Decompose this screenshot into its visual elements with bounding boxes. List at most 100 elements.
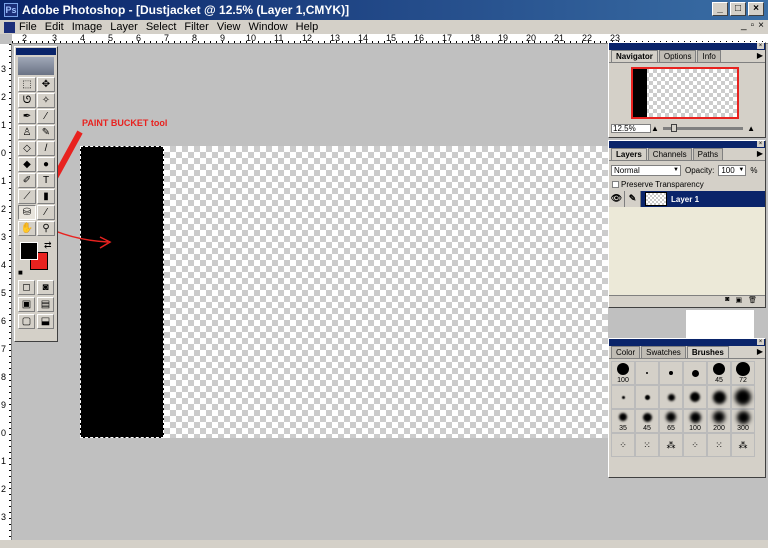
brush-preset[interactable]: 100 — [611, 361, 635, 385]
brush-preset[interactable] — [731, 385, 755, 409]
black-selection-rect[interactable] — [80, 146, 164, 438]
blend-mode-select[interactable]: Normal — [611, 164, 681, 176]
menu-image[interactable]: Image — [72, 21, 103, 33]
layer-mask-icon[interactable]: ◙ — [725, 296, 729, 305]
brush-preset[interactable]: 200 — [707, 409, 731, 433]
blur-icon[interactable]: ◆ — [18, 157, 36, 172]
brush-preset[interactable]: 45 — [707, 361, 731, 385]
zoom-in-icon[interactable]: ▲ — [747, 124, 755, 133]
menu-filter[interactable]: Filter — [184, 21, 208, 33]
airbrush-icon[interactable]: ✒ — [18, 109, 36, 124]
zoom-slider[interactable] — [662, 123, 744, 132]
close-icon[interactable]: × — [757, 339, 764, 345]
palette-menu-arrow-icon[interactable]: ▶ — [757, 51, 763, 60]
magic-wand-icon[interactable]: ✧ — [37, 93, 55, 108]
eyedropper-icon[interactable]: ⁄ — [37, 205, 55, 220]
zoom-slider-knob[interactable] — [670, 123, 677, 132]
eraser-icon[interactable]: ◇ — [18, 141, 36, 156]
paint-bucket-icon[interactable]: ⛁ — [18, 205, 36, 220]
fullscreen-menu-icon[interactable]: ▤ — [37, 297, 54, 312]
quickmask-mode-icon[interactable]: ◙ — [37, 280, 54, 295]
minimize-button[interactable]: _ — [712, 2, 728, 16]
brush-preset[interactable]: ⁙ — [707, 433, 731, 457]
title-bar[interactable]: Ps Adobe Photoshop - [Dustjacket @ 12.5%… — [0, 0, 768, 20]
zoom-icon[interactable]: ⚲ — [37, 221, 55, 236]
close-button[interactable]: × — [748, 2, 764, 16]
fullscreen-icon[interactable]: ▢ — [18, 314, 35, 329]
brush-preset[interactable] — [659, 361, 683, 385]
photoshop-eye-logo[interactable] — [18, 57, 54, 75]
tab-channels[interactable]: Channels — [647, 148, 692, 160]
tab-info[interactable]: Info — [697, 50, 721, 62]
zoom-out-icon[interactable]: ▲ — [651, 124, 659, 133]
lasso-icon[interactable]: ᘎ — [18, 93, 36, 108]
dodge-icon[interactable]: ● — [37, 157, 55, 172]
horizontal-scrollbar[interactable] — [0, 540, 768, 548]
brush-preset[interactable] — [635, 361, 659, 385]
standard-mode-icon[interactable]: ◻ — [18, 280, 35, 295]
document-icon[interactable] — [4, 21, 15, 33]
brushes-titlebar[interactable]: × — [609, 339, 765, 346]
preserve-transparency-checkbox[interactable] — [612, 180, 619, 188]
toolbox-titlebar[interactable] — [16, 48, 56, 55]
menu-window[interactable]: Window — [249, 21, 288, 33]
default-colors-icon[interactable]: ■ — [18, 268, 23, 277]
brush-preset[interactable]: 72 — [731, 361, 755, 385]
brush-preset[interactable]: ⁂ — [659, 433, 683, 457]
foreground-color-swatch[interactable] — [20, 242, 38, 260]
tab-paths[interactable]: Paths — [692, 148, 724, 160]
tab-layers[interactable]: Layers — [611, 148, 647, 160]
doc-minimize-button[interactable]: _ — [741, 20, 747, 31]
standard-screen-icon[interactable]: ▣ — [18, 297, 35, 312]
menu-help[interactable]: Help — [296, 21, 319, 33]
zoom-value-field[interactable]: 12.5% — [611, 123, 651, 133]
tab-color[interactable]: Color — [611, 346, 641, 358]
history-brush-icon[interactable]: ✎ — [37, 125, 55, 140]
brush-preset[interactable] — [707, 385, 731, 409]
close-icon[interactable]: × — [757, 43, 764, 49]
opacity-field[interactable]: 100 — [718, 164, 747, 176]
layer-row[interactable]: 👁 ✎ Layer 1 — [609, 191, 765, 207]
brush-preset[interactable]: ⁘ — [683, 433, 707, 457]
paintbrush-icon[interactable]: ⁄ — [37, 109, 55, 124]
menu-select[interactable]: Select — [146, 21, 177, 33]
move-icon[interactable]: ✥ — [37, 77, 55, 92]
swap-colors-icon[interactable]: ⇄ — [44, 240, 52, 251]
eye-icon[interactable]: 👁 — [609, 191, 625, 207]
brush-preset[interactable] — [611, 385, 635, 409]
hand-icon[interactable]: ✋ — [18, 221, 36, 236]
preserve-transparency-row[interactable]: Preserve Transparency — [609, 177, 765, 191]
palette-menu-arrow-icon[interactable]: ▶ — [757, 149, 763, 158]
gradient-icon[interactable]: ▮ — [37, 189, 55, 204]
new-layer-icon[interactable]: ▣ — [735, 296, 742, 305]
tab-brushes[interactable]: Brushes — [686, 346, 729, 358]
brush-preset[interactable] — [683, 361, 707, 385]
brush-preset[interactable] — [635, 385, 659, 409]
photoshop-app-icon[interactable]: Ps — [4, 3, 18, 17]
brush-preset[interactable]: ⁘ — [611, 433, 635, 457]
doc-close-button[interactable]: × — [758, 20, 764, 31]
brush-preset[interactable]: 65 — [659, 409, 683, 433]
jump-to-imageready-icon[interactable]: ⬓ — [37, 314, 54, 329]
brush-preset[interactable]: 35 — [611, 409, 635, 433]
palette-menu-arrow-icon[interactable]: ▶ — [757, 347, 763, 356]
brush-preset[interactable]: 300 — [731, 409, 755, 433]
maximize-button[interactable]: □ — [730, 2, 746, 16]
pencil-icon[interactable]: / — [37, 141, 55, 156]
brush-preset[interactable]: 45 — [635, 409, 659, 433]
trash-icon[interactable]: 🗑 — [748, 296, 757, 305]
menu-edit[interactable]: Edit — [45, 21, 64, 33]
tab-options[interactable]: Options — [658, 50, 697, 62]
navigator-preview[interactable] — [631, 67, 739, 119]
measure-icon[interactable]: ⟋ — [18, 189, 36, 204]
menu-layer[interactable]: Layer — [110, 21, 138, 33]
menu-view[interactable]: View — [217, 21, 241, 33]
brush-preset[interactable] — [659, 385, 683, 409]
pen-icon[interactable]: ✐ — [18, 173, 36, 188]
menu-file[interactable]: File — [19, 21, 37, 33]
marquee-icon[interactable]: ⬚ — [18, 77, 36, 92]
type-icon[interactable]: T — [37, 173, 55, 188]
layers-titlebar[interactable]: × — [609, 141, 765, 148]
brush-preset[interactable]: ⁙ — [635, 433, 659, 457]
brush-icon[interactable]: ✎ — [625, 191, 641, 207]
